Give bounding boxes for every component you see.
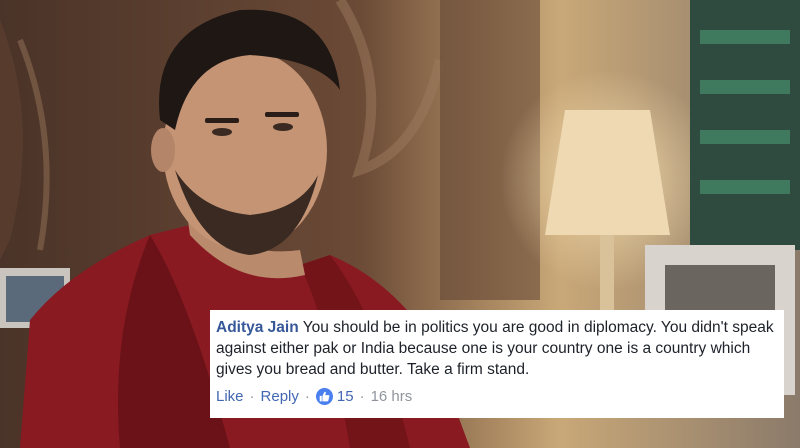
like-link[interactable]: Like bbox=[216, 388, 244, 405]
separator: · bbox=[249, 388, 255, 405]
comment-actions: Like · Reply · 15 · 16 hrs bbox=[216, 388, 776, 405]
separator: · bbox=[304, 388, 310, 405]
comment-timestamp[interactable]: 16 hrs bbox=[371, 388, 413, 405]
separator: · bbox=[359, 388, 365, 405]
reaction-count[interactable]: 15 bbox=[337, 388, 354, 405]
comment-card: Aditya Jain You should be in politics yo… bbox=[210, 310, 784, 418]
thumbs-up-icon bbox=[315, 388, 333, 405]
reply-link[interactable]: Reply bbox=[261, 388, 299, 405]
comment-body: Aditya Jain You should be in politics yo… bbox=[216, 317, 776, 380]
comment-text: You should be in politics you are good i… bbox=[216, 319, 774, 378]
comment-author-link[interactable]: Aditya Jain bbox=[216, 319, 299, 336]
